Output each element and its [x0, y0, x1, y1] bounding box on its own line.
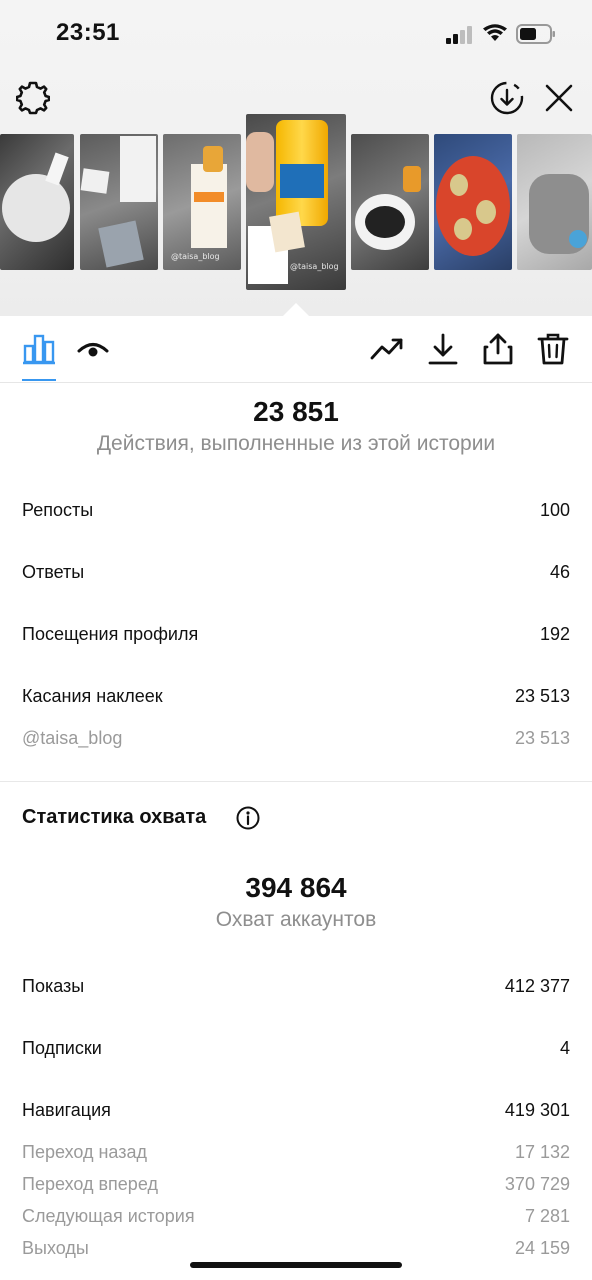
stat-value: 7 281 [524, 1206, 570, 1226]
stat-value: 17 132 [514, 1142, 570, 1162]
stat-row-navigation: Навигация 419 301 [22, 1100, 570, 1130]
reach-section-title: Статистика охвата [22, 806, 207, 828]
stat-row-forward: Переход вперед 370 729 [22, 1174, 570, 1204]
story-thumbnail[interactable]: @taisa_blog [163, 134, 241, 270]
stat-row-back: Переход назад 17 132 [22, 1142, 570, 1172]
share-icon[interactable] [481, 332, 515, 366]
wifi-icon [483, 24, 507, 41]
stat-label: Показы [22, 976, 85, 996]
home-indicator [190, 1262, 402, 1268]
story-thumbnail[interactable] [351, 134, 429, 270]
story-thumbnail[interactable] [0, 134, 74, 270]
story-thumbnail-selected[interactable]: @taisa_blog [246, 114, 346, 290]
story-thumbnail[interactable] [434, 134, 512, 270]
story-header-area: 23:51 @taisa_blog @taisa_blog [0, 0, 592, 316]
stat-row-follows: Подписки 4 [22, 1038, 570, 1068]
stat-value: 23 513 [514, 686, 570, 706]
stat-row-sticker-taps: Касания наклеек 23 513 [22, 686, 570, 716]
story-thumbnail[interactable] [517, 134, 592, 270]
stat-label: Переход назад [22, 1142, 148, 1162]
eye-icon[interactable] [76, 332, 110, 366]
stat-label: Репосты [22, 500, 94, 520]
stat-value: 100 [539, 500, 570, 520]
info-icon[interactable] [236, 806, 260, 830]
stat-value: 4 [559, 1038, 570, 1058]
interactions-total: 23 851 [253, 396, 339, 427]
stat-value: 192 [539, 624, 570, 644]
stat-value: 24 159 [514, 1238, 570, 1258]
signal-icon [446, 26, 472, 44]
story-thumbnail-strip: @taisa_blog @taisa_blog [0, 110, 592, 316]
stat-label: @taisa_blog [22, 728, 123, 748]
stat-label: Подписки [22, 1038, 102, 1058]
status-icons [446, 22, 556, 46]
stat-row-replies: Ответы 46 [22, 562, 570, 592]
status-bar: 23:51 [0, 0, 592, 66]
stat-value: 419 301 [504, 1100, 570, 1120]
stat-value: 46 [549, 562, 570, 582]
stat-row-profile-visits: Посещения профиля 192 [22, 624, 570, 654]
stat-label: Касания наклеек [22, 686, 163, 706]
insights-toolbar [0, 316, 592, 383]
stat-value: 370 729 [504, 1174, 570, 1194]
stat-value: 412 377 [504, 976, 570, 996]
trash-icon[interactable] [536, 332, 570, 366]
story-thumbnail[interactable] [80, 134, 158, 270]
stat-label: Переход вперед [22, 1174, 158, 1194]
download-icon[interactable] [426, 332, 460, 366]
active-tab-indicator [22, 379, 56, 381]
interactions-subtitle: Действия, выполненные из этой истории [96, 432, 496, 455]
stat-row-reposts: Репосты 100 [22, 500, 570, 530]
stat-label: Выходы [22, 1238, 89, 1258]
trend-up-icon[interactable] [370, 332, 404, 366]
bar-chart-icon[interactable] [22, 332, 56, 366]
stat-row-mention-sticker: @taisa_blog 23 513 [22, 728, 570, 758]
battery-icon [516, 24, 555, 44]
stat-label: Навигация [22, 1100, 111, 1120]
stat-row-next-story: Следующая история 7 281 [22, 1206, 570, 1236]
selected-story-pointer [282, 303, 310, 317]
reach-total: 394 864 [245, 872, 347, 903]
story-caption: @taisa_blog [171, 252, 220, 261]
stat-label: Посещения профиля [22, 624, 199, 644]
stat-label: Следующая история [22, 1206, 195, 1226]
stat-value: 23 513 [514, 728, 570, 748]
stat-label: Ответы [22, 562, 85, 582]
stat-row-impressions: Показы 412 377 [22, 976, 570, 1006]
section-divider [0, 781, 592, 782]
status-time: 23:51 [56, 19, 120, 46]
reach-subtitle: Охват аккаунтов [215, 908, 377, 931]
story-caption: @taisa_blog [290, 262, 339, 271]
